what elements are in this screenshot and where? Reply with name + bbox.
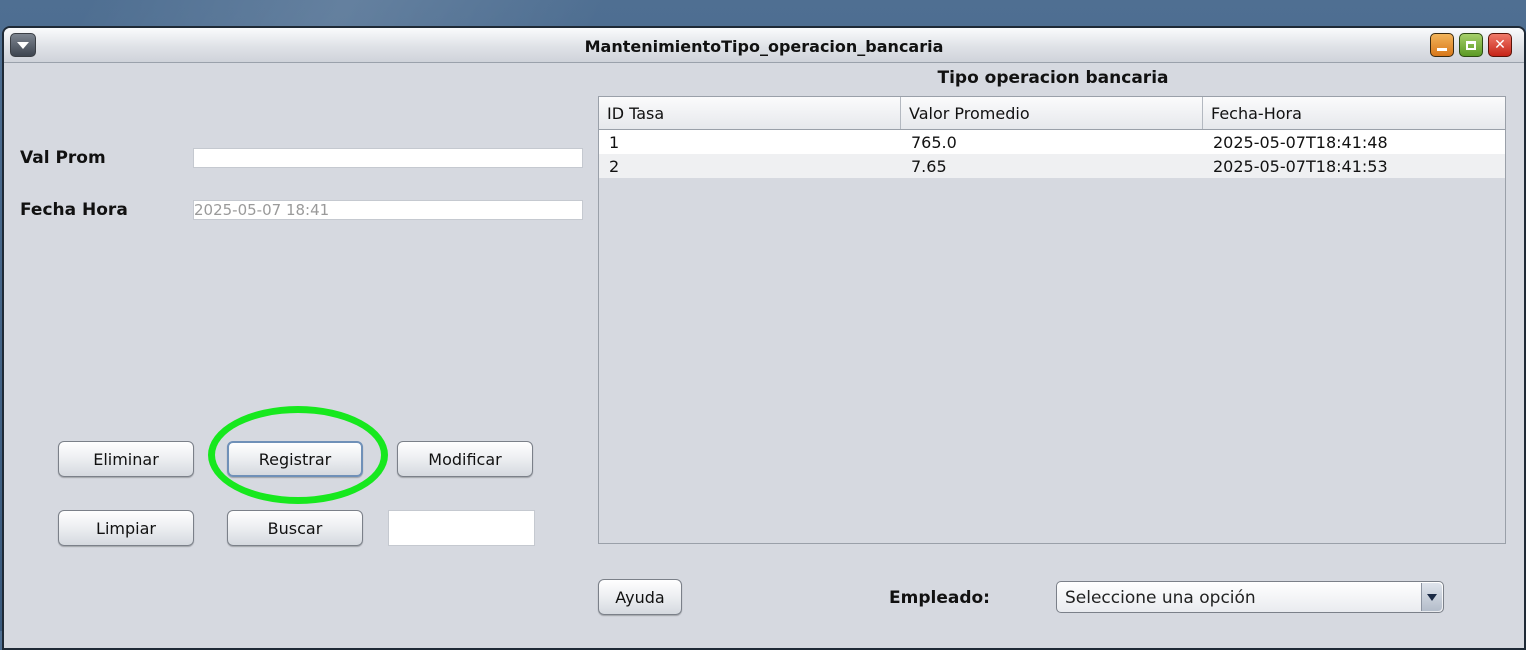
eliminar-button[interactable]: Eliminar xyxy=(58,441,194,477)
column-header[interactable]: Fecha-Hora xyxy=(1203,97,1505,129)
window-title: MantenimientoTipo_operacion_bancaria xyxy=(584,37,944,56)
search-input[interactable] xyxy=(388,510,535,546)
table-row[interactable]: 1 765.0 2025-05-07T18:41:48 xyxy=(599,130,1505,154)
buscar-button[interactable]: Buscar xyxy=(227,510,363,546)
val-prom-label: Val Prom xyxy=(20,148,106,168)
minimize-icon xyxy=(1437,47,1447,51)
close-button[interactable]: ✕ xyxy=(1488,33,1512,57)
chevron-down-icon[interactable] xyxy=(1421,583,1442,611)
modificar-button[interactable]: Modificar xyxy=(397,441,533,477)
table-cell: 2 xyxy=(609,157,620,176)
registrar-button[interactable]: Registrar xyxy=(227,441,363,477)
val-prom-field[interactable] xyxy=(193,148,583,168)
empleado-select[interactable]: Seleccione una opción xyxy=(1056,581,1444,613)
fecha-hora-field: 2025-05-07 18:41 xyxy=(193,200,583,220)
maximize-icon xyxy=(1466,40,1476,50)
empleado-selected-value: Seleccione una opción xyxy=(1065,588,1256,608)
empleado-label: Empleado: xyxy=(889,588,990,608)
maximize-button[interactable] xyxy=(1459,33,1483,57)
limpiar-button[interactable]: Limpiar xyxy=(58,510,194,546)
table-cell: 7.65 xyxy=(911,157,947,176)
table-row[interactable]: 2 7.65 2025-05-07T18:41:53 xyxy=(599,154,1505,178)
table-cell: 1 xyxy=(609,133,620,152)
table-header: ID Tasa Valor Promedio Fecha-Hora xyxy=(599,97,1505,130)
column-header[interactable]: Valor Promedio xyxy=(901,97,1203,129)
table-cell: 2025-05-07T18:41:48 xyxy=(1213,133,1388,152)
title-bar[interactable]: MantenimientoTipo_operacion_bancaria ✕ xyxy=(4,28,1524,63)
table-cell: 765.0 xyxy=(911,133,957,152)
column-header[interactable]: ID Tasa xyxy=(599,97,901,129)
close-icon: ✕ xyxy=(1494,37,1506,53)
table-title: Tipo operacion bancaria xyxy=(937,68,1169,88)
data-table[interactable]: ID Tasa Valor Promedio Fecha-Hora 1 765.… xyxy=(598,96,1506,544)
fecha-hora-label: Fecha Hora xyxy=(20,200,128,220)
app-window: MantenimientoTipo_operacion_bancaria ✕ V… xyxy=(2,26,1526,650)
table-cell: 2025-05-07T18:41:53 xyxy=(1213,157,1388,176)
ayuda-button[interactable]: Ayuda xyxy=(598,579,682,615)
minimize-button[interactable] xyxy=(1430,33,1454,57)
